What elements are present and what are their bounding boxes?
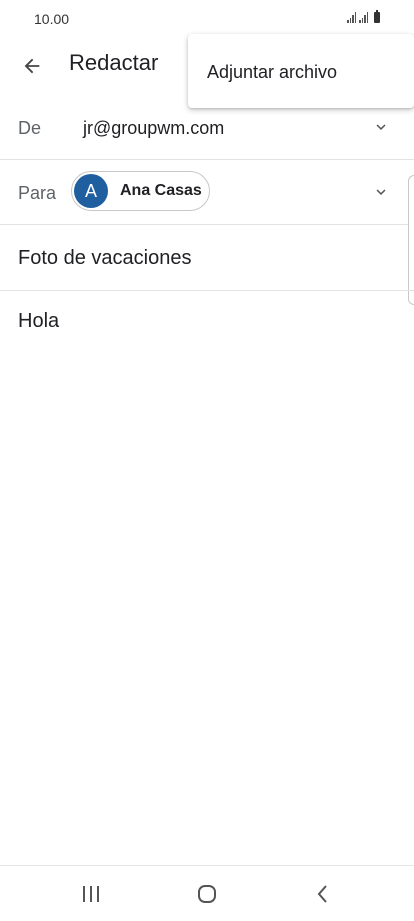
navigation-bar	[0, 865, 414, 921]
overflow-menu: Adjuntar archivo	[188, 34, 414, 108]
chevron-down-icon[interactable]	[372, 183, 390, 201]
chevron-down-icon[interactable]	[372, 118, 390, 136]
battery-icon	[374, 10, 380, 23]
signal-icon	[347, 12, 356, 23]
menu-item-attach-file[interactable]: Adjuntar archivo	[207, 62, 337, 83]
status-icons	[347, 10, 380, 23]
to-row: Para A Ana Casas	[0, 160, 414, 225]
home-icon[interactable]	[195, 882, 219, 906]
subject-field[interactable]: Foto de vacaciones	[18, 247, 191, 270]
recipient-name: Ana Casas	[120, 182, 202, 199]
body-field[interactable]: Hola	[18, 310, 59, 333]
recent-apps-icon[interactable]	[79, 882, 103, 906]
from-field[interactable]: jr@groupwm.com	[83, 118, 224, 139]
status-time: 10.00	[34, 11, 70, 27]
back-button[interactable]	[16, 50, 48, 82]
to-label: Para	[18, 183, 57, 203]
page-title: Redactar	[69, 50, 159, 75]
back-icon[interactable]	[311, 882, 335, 906]
arrow-back-icon	[24, 58, 40, 74]
from-label: De	[18, 118, 42, 138]
signal-icon	[359, 12, 368, 23]
status-bar: 10.00	[0, 0, 414, 38]
recipient-chip[interactable]: A Ana Casas	[71, 171, 210, 211]
avatar: A	[74, 174, 108, 208]
